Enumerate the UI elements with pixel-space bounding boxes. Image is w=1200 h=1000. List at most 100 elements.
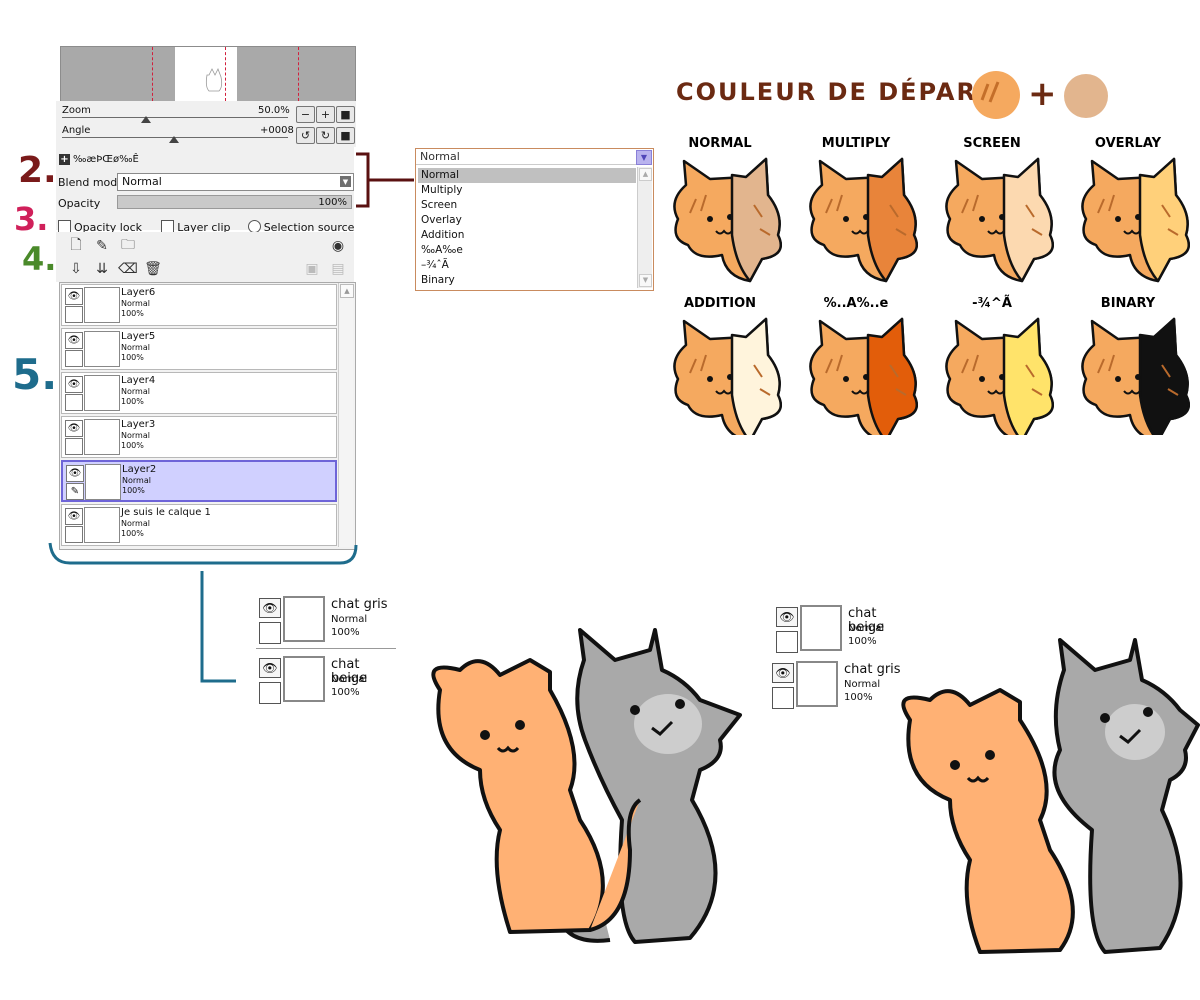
scroll-down-icon[interactable]: ▼ <box>639 274 652 287</box>
eye-icon[interactable]: 👁 <box>65 376 83 393</box>
layer-opacity: 100% <box>848 636 877 647</box>
dropdown-option[interactable]: –¾ˆÃ <box>418 258 636 273</box>
layer-mode: Normal <box>844 679 881 690</box>
dropdown-option[interactable]: Overlay <box>418 213 636 228</box>
example-cat-2 <box>809 157 918 283</box>
layer-row[interactable]: 👁 chat beige Normal 100% <box>259 656 399 712</box>
blend-mode-label: MULTIPLY <box>822 136 891 151</box>
new-folder-icon[interactable]: 🗀 <box>120 237 136 254</box>
rotate-right-button[interactable]: ↻ <box>316 127 335 144</box>
lock-toggle[interactable] <box>65 394 83 411</box>
scroll-up-icon[interactable]: ▲ <box>340 284 354 298</box>
zoom-label: Zoom <box>62 105 91 116</box>
layer-row[interactable]: 👁 Layer6 Normal 100% <box>61 284 337 326</box>
layer-menu-icon[interactable]: ◉ <box>330 238 346 254</box>
layer-row[interactable]: 👁 Layer5 Normal 100% <box>61 328 337 370</box>
blend-mode-select[interactable]: Normal ▼ <box>117 173 354 191</box>
blend-mode-label: OVERLAY <box>1095 136 1162 151</box>
zoom-value: 50.0% <box>258 105 290 116</box>
dropdown-option[interactable]: ‰A‰e <box>418 243 636 258</box>
layer-row[interactable]: 👁 ✎ Layer2 Normal 100% <box>61 460 337 502</box>
dropdown-current[interactable]: Normal <box>416 149 651 165</box>
opacity-slider[interactable]: 100% <box>117 195 352 209</box>
dropdown-option[interactable]: Screen <box>418 198 636 213</box>
new-layer-icon[interactable]: 🗋 <box>68 237 84 254</box>
apply-mask-icon[interactable]: ▣ <box>304 261 320 277</box>
new-linework-layer-icon[interactable]: ✎ <box>94 238 110 254</box>
navigator-preview[interactable] <box>60 46 356 102</box>
layer-mode: Normal <box>121 343 150 352</box>
eye-icon[interactable]: 👁 <box>259 598 281 618</box>
zoom-in-button[interactable]: + <box>316 106 335 123</box>
lock-toggle[interactable] <box>65 306 83 323</box>
layer-opacity: 100% <box>121 397 144 406</box>
lock-toggle[interactable] <box>259 682 281 704</box>
zoom-reset-button[interactable]: ■ <box>336 106 355 123</box>
dropdown-option[interactable]: Addition <box>418 228 636 243</box>
angle-reset-button[interactable]: ■ <box>336 127 355 144</box>
layer-opacity: 100% <box>121 309 144 318</box>
layer-opacity: 100% <box>844 692 873 703</box>
dropdown-option[interactable]: Multiply <box>418 183 636 198</box>
eye-icon[interactable]: 👁 <box>259 658 281 678</box>
clear-layer-icon[interactable]: ⌫ <box>118 261 138 277</box>
layer-mode: Normal <box>121 519 150 528</box>
layer-name: Je suis le calque 1 <box>121 507 211 518</box>
layer-name: Layer3 <box>121 419 156 430</box>
eye-icon[interactable]: 👁 <box>66 465 84 482</box>
lock-toggle[interactable] <box>65 438 83 455</box>
zoom-slider-handle[interactable] <box>141 116 151 123</box>
rotate-left-button[interactable]: ↺ <box>296 127 315 144</box>
marker-5: 5. <box>12 350 58 399</box>
blend-mode-dropdown[interactable]: Normal ▼ Normal Multiply Screen Overlay Addi… <box>415 148 654 291</box>
dropdown-scrollbar[interactable]: ▲ ▼ <box>637 167 652 288</box>
chevron-down-icon[interactable]: ▼ <box>636 150 652 165</box>
eye-icon[interactable]: 👁 <box>65 508 83 525</box>
blend-color-swatch <box>1064 74 1108 118</box>
zoom-out-button[interactable]: − <box>296 106 315 123</box>
canvas-guide <box>152 47 153 101</box>
dropdown-option[interactable]: Normal <box>418 168 636 183</box>
eye-icon[interactable]: 👁 <box>772 663 794 683</box>
layer-name: Layer2 <box>122 464 157 475</box>
layer-list-scrollbar[interactable]: ▲ <box>338 283 354 547</box>
plus-sign: + <box>1028 74 1057 114</box>
eye-icon[interactable]: 👁 <box>65 420 83 437</box>
scroll-up-icon[interactable]: ▲ <box>639 168 652 181</box>
merge-down-icon[interactable]: ⇊ <box>94 261 110 277</box>
delete-layer-icon[interactable]: 🗑 <box>144 261 162 277</box>
cats-illustration-left <box>431 628 742 944</box>
blend-mode-label: %..A%..e <box>824 296 889 311</box>
zoom-slider-track[interactable] <box>62 117 288 118</box>
eye-icon[interactable]: 👁 <box>776 607 798 627</box>
example-cat-5 <box>673 317 782 435</box>
layer-mode: Normal <box>331 614 368 625</box>
layer-mode: Normal <box>121 299 150 308</box>
layer-thumbnail <box>84 375 120 411</box>
canvas-guide <box>298 47 299 101</box>
layer-name: Layer4 <box>121 375 156 386</box>
transfer-down-icon[interactable]: ⇩ <box>68 261 84 277</box>
marker-4: 4. <box>22 240 57 278</box>
eye-icon[interactable]: 👁 <box>65 288 83 305</box>
eye-icon[interactable]: 👁 <box>65 332 83 349</box>
layer-thumbnail <box>84 287 120 323</box>
cats-illustration-right <box>901 638 1200 954</box>
pen-icon[interactable]: ✎ <box>66 483 84 500</box>
layer-row[interactable]: 👁 chat gris Normal 100% <box>259 596 399 652</box>
lock-toggle[interactable] <box>259 622 281 644</box>
example-cat-6 <box>809 317 918 435</box>
lock-toggle[interactable] <box>772 687 794 709</box>
layer-row[interactable]: 👁 Layer3 Normal 100% <box>61 416 337 458</box>
lock-toggle[interactable] <box>65 350 83 367</box>
rotate-right-icon: ↻ <box>320 129 331 142</box>
layer-row[interactable]: 👁 Layer4 Normal 100% <box>61 372 337 414</box>
lock-toggle[interactable] <box>776 631 798 653</box>
layer-name: Layer6 <box>121 287 156 298</box>
mask-icon[interactable]: ▤ <box>330 261 346 277</box>
angle-slider-handle[interactable] <box>169 136 179 143</box>
dropdown-option[interactable]: Binary <box>418 273 636 288</box>
reset-icon: ■ <box>340 108 351 121</box>
layer-mode: Normal <box>121 431 150 440</box>
expand-icon[interactable]: + <box>59 154 70 165</box>
